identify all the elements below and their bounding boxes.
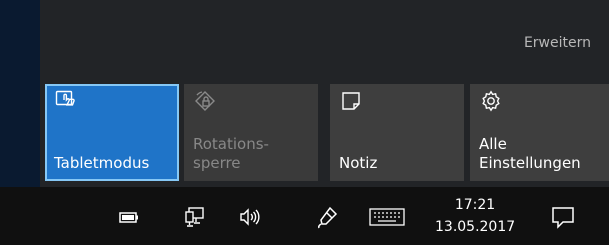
- tablet-mode-icon: [55, 90, 75, 106]
- battery-icon[interactable]: [117, 205, 141, 229]
- tile-label: Alle Einstellungen: [479, 135, 581, 172]
- tile-note[interactable]: Notiz: [330, 84, 464, 181]
- tile-label: Notiz: [339, 154, 378, 172]
- expand-link[interactable]: Erweitern: [524, 35, 591, 51]
- keyboard-icon[interactable]: [368, 205, 406, 229]
- tile-all-settings[interactable]: Alle Einstellungen: [470, 84, 609, 181]
- pen-icon[interactable]: [316, 205, 340, 229]
- action-center-icon[interactable]: [550, 204, 576, 230]
- clock-date: 13.05.2017: [435, 219, 516, 235]
- desktop-edge: [0, 0, 40, 187]
- gear-icon: [482, 90, 500, 112]
- tile-rotation-lock[interactable]: Rotations- sperre: [184, 84, 318, 181]
- tile-label: Tabletmodus: [54, 154, 150, 172]
- clock-time: 17:21: [454, 197, 496, 213]
- tile-label: Rotations- sperre: [193, 135, 269, 172]
- volume-icon[interactable]: [238, 205, 262, 229]
- tile-tablet-mode[interactable]: Tabletmodus: [45, 84, 179, 181]
- taskbar: 17:21 13.05.2017: [0, 187, 609, 245]
- note-icon: [342, 92, 360, 110]
- network-icon[interactable]: [184, 205, 208, 229]
- clock[interactable]: 17:21 13.05.2017: [435, 194, 515, 238]
- rotation-lock-icon: [195, 91, 215, 111]
- action-center-panel: Erweitern Tabletmodus Rotations- sperre …: [0, 0, 609, 187]
